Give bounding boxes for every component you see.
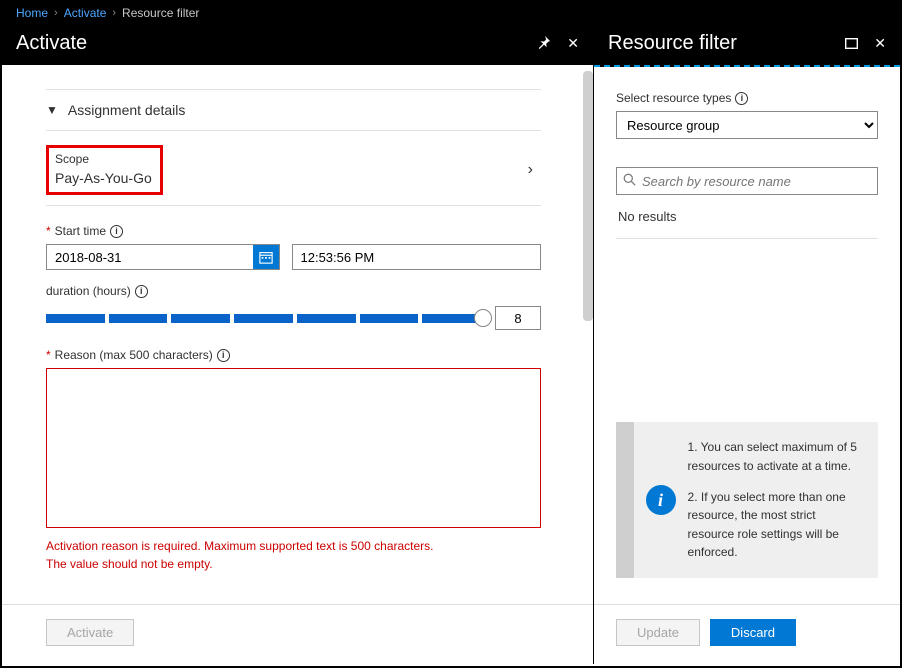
breadcrumb: Home › Activate › Resource filter	[2, 2, 900, 24]
duration-label: duration (hours) i	[46, 284, 541, 298]
slider-thumb[interactable]	[474, 309, 492, 327]
scrollbar[interactable]	[583, 71, 593, 321]
help-text-1: 1. You can select maximum of 5 resources…	[688, 438, 862, 475]
duration-value-input[interactable]	[495, 306, 541, 330]
scope-highlight: Scope Pay-As-You-Go	[46, 145, 163, 195]
help-text-2: 2. If you select more than one resource,…	[688, 488, 862, 562]
info-icon: i	[646, 485, 676, 515]
reason-label: * Reason (max 500 characters) i	[46, 348, 541, 362]
scope-row[interactable]: Scope Pay-As-You-Go ›	[46, 135, 541, 206]
resource-type-select[interactable]: Resource group	[616, 111, 878, 139]
resource-filter-header: Resource filter ✕	[594, 24, 900, 67]
info-icon[interactable]: i	[110, 225, 123, 238]
calendar-icon[interactable]	[253, 245, 279, 269]
close-icon[interactable]: ✕	[874, 35, 886, 52]
assignment-details-section[interactable]: ▼ Assignment details	[46, 89, 541, 131]
start-time-label: * Start time i	[46, 224, 541, 238]
resource-filter-title: Resource filter	[608, 32, 737, 55]
info-icon[interactable]: i	[135, 285, 148, 298]
help-panel: i 1. You can select maximum of 5 resourc…	[616, 422, 878, 578]
breadcrumb-resource-filter: Resource filter	[122, 6, 199, 20]
resource-filter-blade: Resource filter ✕ Select resource types …	[594, 24, 900, 664]
start-date-field[interactable]	[46, 244, 280, 270]
reason-textarea[interactable]	[46, 368, 541, 528]
start-date-input[interactable]	[47, 245, 253, 269]
no-results-text: No results	[616, 195, 878, 239]
resource-search[interactable]	[616, 167, 878, 195]
resource-search-input[interactable]	[642, 174, 871, 189]
breadcrumb-home[interactable]: Home	[16, 6, 48, 20]
breadcrumb-activate[interactable]: Activate	[64, 6, 107, 20]
activate-title: Activate	[16, 32, 87, 55]
update-button[interactable]: Update	[616, 619, 700, 646]
discard-button[interactable]: Discard	[710, 619, 796, 646]
info-icon[interactable]: i	[735, 92, 748, 105]
activate-blade: Activate ✕ ▼ Assignment details Scope	[2, 24, 594, 664]
chevron-right-icon: ›	[528, 161, 533, 179]
chevron-down-icon: ▼	[46, 103, 58, 117]
activate-blade-header: Activate ✕	[2, 24, 593, 65]
chevron-right-icon: ›	[54, 7, 58, 19]
activate-footer: Activate	[2, 604, 593, 664]
info-icon[interactable]: i	[217, 349, 230, 362]
select-resource-types-label: Select resource types i	[616, 91, 878, 105]
activate-button[interactable]: Activate	[46, 619, 134, 646]
chevron-right-icon: ›	[112, 7, 116, 19]
resource-filter-footer: Update Discard	[594, 604, 900, 664]
pin-icon[interactable]	[537, 35, 551, 52]
scope-value: Pay-As-You-Go	[55, 170, 152, 186]
start-time-input[interactable]	[292, 244, 542, 270]
duration-slider[interactable]	[46, 309, 481, 327]
assignment-details-label: Assignment details	[68, 102, 186, 118]
maximize-icon[interactable]	[845, 36, 858, 52]
close-icon[interactable]: ✕	[567, 35, 579, 52]
scope-label: Scope	[55, 152, 152, 166]
search-icon	[623, 173, 636, 189]
reason-error: Activation reason is required. Maximum s…	[46, 537, 541, 573]
